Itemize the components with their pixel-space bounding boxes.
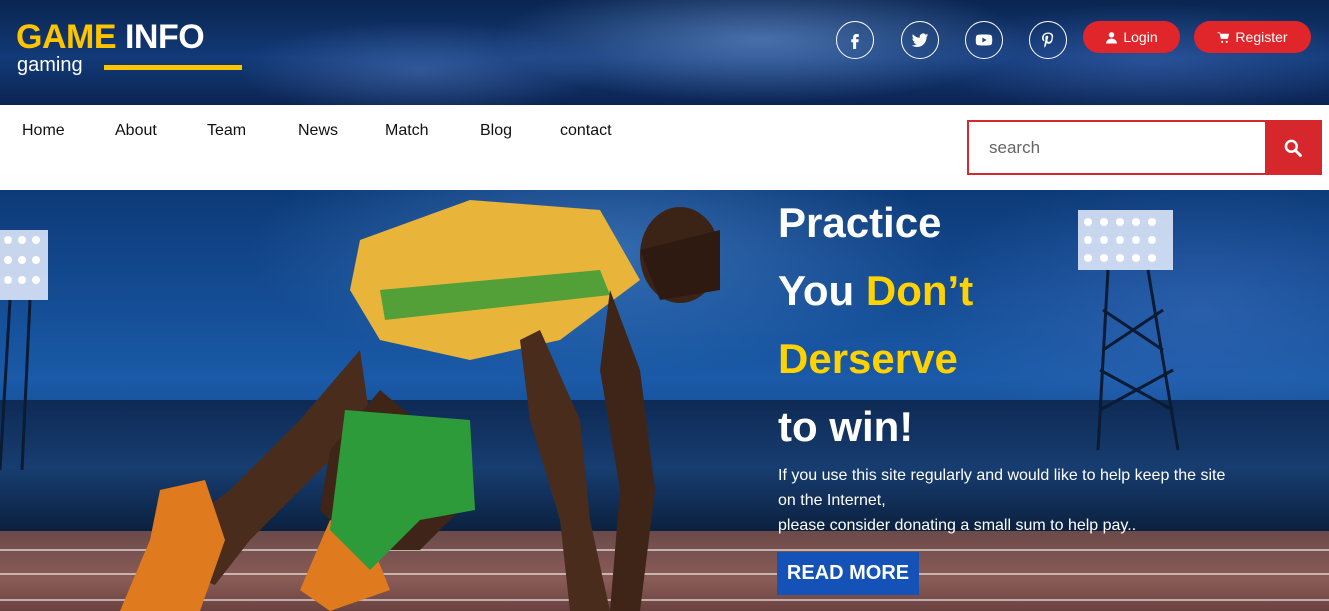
headline-line-4: to win!: [778, 403, 914, 450]
search-form: [967, 120, 1322, 175]
nav-item-blog[interactable]: Blog: [480, 122, 512, 140]
logo-word-info: INFO: [124, 18, 205, 56]
register-button[interactable]: Register: [1194, 21, 1311, 53]
hero-description-line-3: please consider donating a small sum to …: [778, 517, 1137, 534]
cart-icon: [1217, 31, 1230, 43]
facebook-icon: [851, 34, 859, 49]
nav-item-about[interactable]: About: [115, 122, 157, 140]
site-logo[interactable]: GAME INFO gaming: [16, 18, 246, 80]
hero-description-line-1: If you use this site regularly and would…: [778, 467, 1226, 484]
logo-subtitle: gaming: [17, 54, 83, 76]
hero-description-line-2: on the Internet,: [778, 492, 886, 509]
register-label: Register: [1235, 29, 1288, 45]
hero-description: If you use this site regularly and would…: [778, 463, 1298, 538]
read-more-button[interactable]: READ MORE: [777, 552, 919, 595]
youtube-icon: [975, 34, 993, 46]
nav-item-home[interactable]: Home: [22, 122, 65, 140]
logo-title: GAME INFO: [16, 18, 205, 56]
search-button[interactable]: [1265, 122, 1320, 173]
user-icon: [1106, 31, 1118, 43]
headline-line-3: Derserve: [778, 335, 958, 382]
twitter-icon: [911, 33, 929, 47]
hero-banner: Practice You Don’t Derserve to win! If y…: [0, 190, 1329, 611]
logo-underline: [104, 65, 242, 70]
main-navigation: Home About Team News Match Blog contact: [0, 105, 1329, 190]
youtube-link[interactable]: [965, 21, 1003, 59]
headline-line-2: You Don’t: [778, 266, 973, 316]
athlete-image: [120, 200, 720, 611]
nav-item-match[interactable]: Match: [385, 122, 429, 140]
search-input[interactable]: [969, 122, 1265, 173]
facebook-link[interactable]: [836, 21, 874, 59]
pinterest-icon: [1042, 32, 1054, 48]
login-label: Login: [1123, 29, 1158, 45]
pinterest-link[interactable]: [1029, 21, 1067, 59]
floodlight-right: [1078, 210, 1180, 450]
logo-word-game: GAME: [16, 18, 117, 56]
top-header: GAME INFO gaming Login Register: [0, 0, 1329, 105]
nav-item-news[interactable]: News: [298, 122, 338, 140]
nav-item-contact[interactable]: contact: [560, 122, 612, 140]
login-button[interactable]: Login: [1083, 21, 1180, 53]
headline-word-you: You: [778, 267, 855, 314]
twitter-link[interactable]: [901, 21, 939, 59]
headline-word-dont: Don’t: [865, 267, 974, 314]
headline-line-1: Practice: [778, 199, 942, 246]
search-icon: [1284, 139, 1302, 157]
nav-item-team[interactable]: Team: [207, 122, 246, 140]
